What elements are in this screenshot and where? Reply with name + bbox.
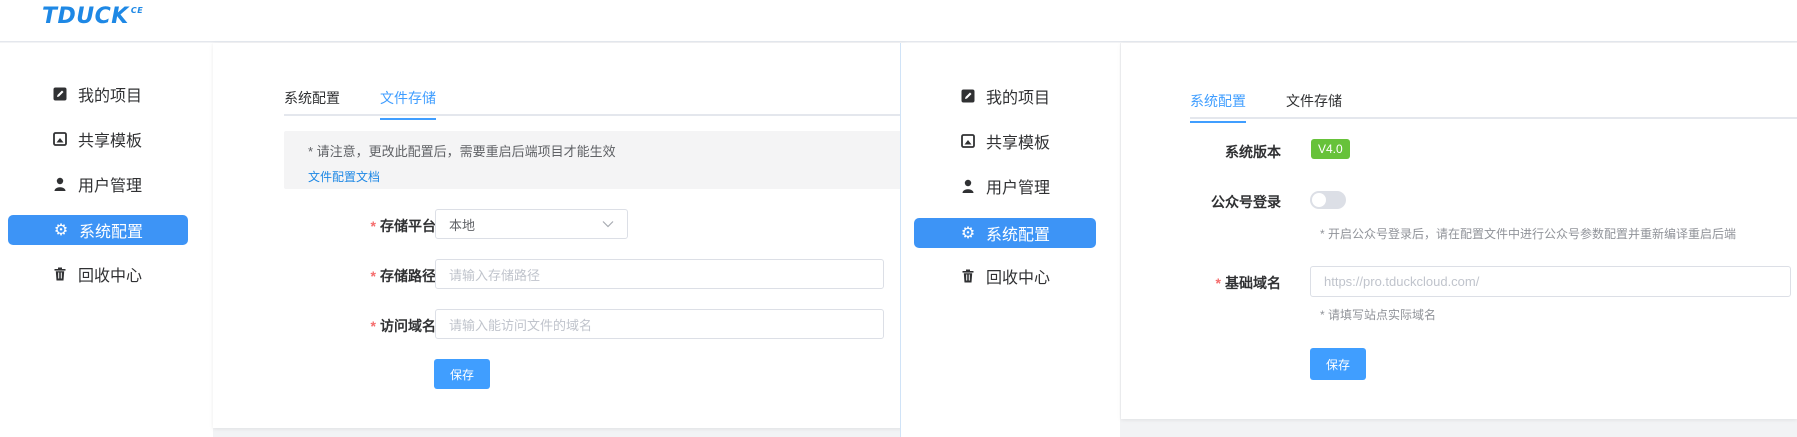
- sidebar-item-my-projects[interactable]: 我的项目: [8, 79, 188, 109]
- storage-platform-label: * 存储平台: [348, 216, 436, 236]
- trash-icon: [52, 266, 68, 282]
- storage-path-label: * 存储路径: [348, 266, 436, 286]
- sidebar-item-user-management[interactable]: 用户管理: [914, 171, 1094, 201]
- label-text: 基础域名: [1225, 275, 1281, 291]
- system-config-panel: 系统配置 文件存储 系统版本 V4.0 公众号登录 * 开启公众号登录后，请在配…: [1121, 43, 1797, 419]
- storage-platform-select[interactable]: 本地: [435, 209, 628, 239]
- sidebar-item-system-config[interactable]: ⚙ 系统配置: [914, 218, 1096, 248]
- trash-icon: [960, 268, 976, 284]
- sidebar-item-label: 回收中心: [986, 270, 1051, 287]
- gear-icon: ⚙: [53, 222, 69, 239]
- sidebar-item-shared-templates[interactable]: 共享模板: [8, 124, 188, 154]
- tabs-underline: [284, 114, 905, 116]
- save-button[interactable]: 保存: [1310, 348, 1366, 380]
- base-domain-label: * 基础域名: [1181, 273, 1281, 293]
- sidebar-item-label: 回收中心: [78, 268, 143, 285]
- restart-alert: * 请注意，更改此配置后，需要重启后端项目才能生效 文件配置文档: [284, 131, 905, 189]
- right-sidebar: 我的项目 共享模板 用户管理 ⚙ 系统配置 回收中心: [900, 43, 1120, 437]
- wechat-login-hint: * 开启公众号登录后，请在配置文件中进行公众号参数配置并重新编译重启后端: [1320, 227, 1737, 241]
- image-icon: [52, 131, 68, 147]
- file-storage-panel: 系统配置 文件存储 * 请注意，更改此配置后，需要重启后端项目才能生效 文件配置…: [213, 43, 905, 428]
- label-text: 存储平台: [380, 218, 436, 234]
- user-icon: [52, 176, 68, 192]
- wechat-login-label: 公众号登录: [1211, 194, 1281, 210]
- image-icon: [960, 133, 976, 149]
- tabs-underline: [1190, 117, 1797, 119]
- storage-path-input[interactable]: 请输入存储路径: [435, 259, 884, 289]
- system-version-label: 系统版本: [1225, 144, 1281, 160]
- sidebar-item-shared-templates[interactable]: 共享模板: [914, 126, 1094, 156]
- left-sidebar: 我的项目 共享模板 用户管理 ⚙ 系统配置 回收中心: [0, 43, 213, 437]
- required-mark: *: [370, 218, 376, 234]
- sidebar-item-label: 系统配置: [986, 227, 1051, 244]
- wechat-login-toggle[interactable]: [1310, 191, 1346, 209]
- base-domain-hint: * 请填写站点实际域名: [1320, 308, 1437, 322]
- sidebar-item-label: 共享模板: [78, 133, 143, 150]
- access-domain-label: * 访问域名: [348, 316, 436, 336]
- sidebar-item-label: 我的项目: [78, 88, 143, 105]
- file-config-doc-link[interactable]: 文件配置文档: [308, 168, 881, 185]
- required-mark: *: [370, 318, 376, 334]
- alert-text: * 请注意，更改此配置后，需要重启后端项目才能生效: [308, 144, 616, 159]
- label-text: 访问域名: [380, 318, 436, 334]
- sidebar-item-label: 用户管理: [986, 180, 1051, 197]
- logo-text: TDUCK: [42, 4, 129, 29]
- sidebar-item-recycle-bin[interactable]: 回收中心: [8, 259, 188, 289]
- placeholder-text: 请输入能访问文件的域名: [449, 317, 593, 333]
- selected-value: 本地: [449, 217, 476, 233]
- sidebar-item-user-management[interactable]: 用户管理: [8, 169, 188, 199]
- placeholder-text: https://pro.tduckcloud.com/: [1324, 274, 1480, 289]
- base-domain-input[interactable]: https://pro.tduckcloud.com/: [1310, 266, 1791, 297]
- save-button[interactable]: 保存: [434, 359, 490, 389]
- required-mark: *: [370, 268, 376, 284]
- sidebar-item-my-projects[interactable]: 我的项目: [914, 81, 1094, 111]
- sidebar-item-label: 共享模板: [986, 135, 1051, 152]
- user-icon: [960, 178, 976, 194]
- gear-icon: ⚙: [960, 225, 976, 242]
- app-header: TDUCK CE: [0, 0, 1797, 42]
- app-logo[interactable]: TDUCK CE: [42, 4, 143, 29]
- sidebar-item-label: 用户管理: [78, 178, 143, 195]
- required-mark: *: [1215, 275, 1221, 291]
- logo-edition: CE: [130, 6, 144, 15]
- sidebar-item-system-config[interactable]: ⚙ 系统配置: [8, 215, 188, 245]
- chevron-down-icon: [602, 217, 614, 231]
- version-badge: V4.0: [1311, 139, 1350, 159]
- edit-icon: [52, 86, 68, 102]
- sidebar-item-label: 系统配置: [79, 224, 144, 241]
- sidebar-item-label: 我的项目: [986, 90, 1051, 107]
- access-domain-input[interactable]: 请输入能访问文件的域名: [435, 309, 884, 339]
- sidebar-item-recycle-bin[interactable]: 回收中心: [914, 261, 1094, 291]
- placeholder-text: 请输入存储路径: [449, 267, 541, 283]
- edit-icon: [960, 88, 976, 104]
- label-text: 存储路径: [380, 268, 436, 284]
